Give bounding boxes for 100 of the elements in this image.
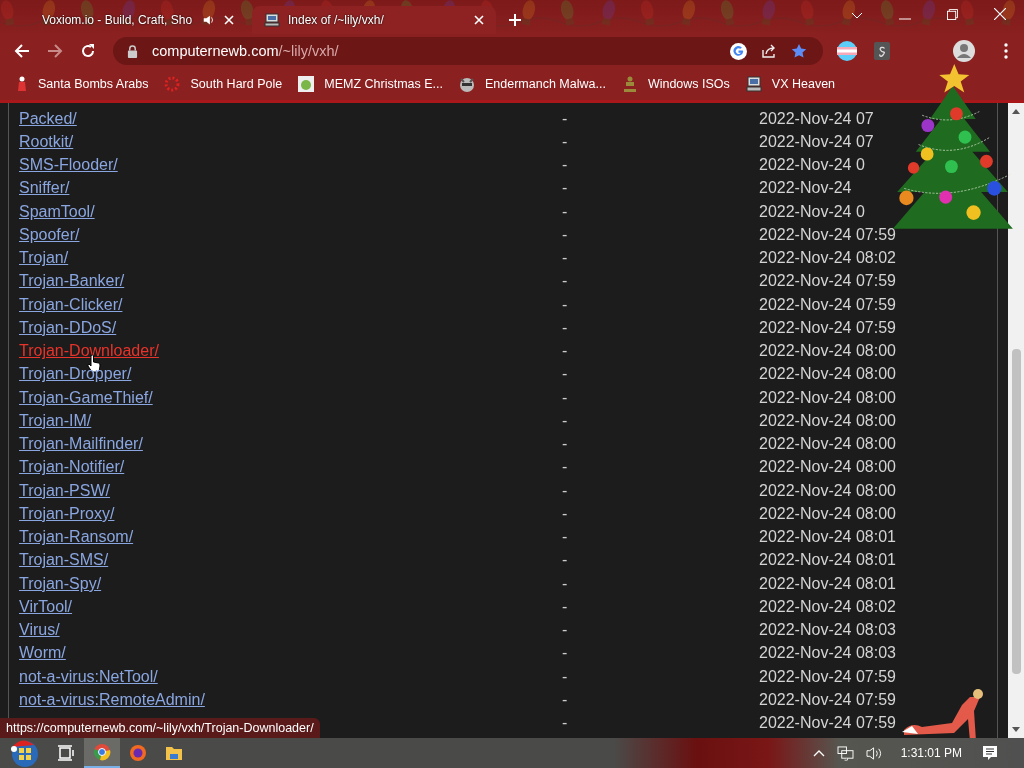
link-status-url: https://computernewb.com/~lily/vxh/Trojan-Downloader/ — [0, 718, 320, 738]
close-icon[interactable] — [994, 8, 1006, 20]
flag-icon[interactable] — [837, 41, 857, 61]
share-icon[interactable] — [761, 43, 777, 59]
file-size: - — [562, 109, 569, 128]
lock-icon — [127, 44, 138, 58]
folder-link[interactable]: Trojan-Dropper/ — [19, 365, 132, 384]
star-icon[interactable] — [791, 43, 807, 59]
file-size: - — [562, 249, 569, 268]
browser-icon — [129, 744, 147, 762]
browser-tab[interactable]: Index of /~lily/vxh/ — [252, 6, 496, 34]
modified-date: 2022-Nov-24 08:00 — [759, 388, 896, 407]
folder-link[interactable]: Trojan-Clicker/ — [19, 295, 123, 314]
scroll-thumb[interactable] — [1011, 349, 1021, 674]
folder-link[interactable]: Trojan/ — [19, 249, 69, 268]
new-tab-icon[interactable] — [508, 13, 522, 27]
modified-date: 2022-Nov-24 08:03 — [759, 644, 896, 663]
speaker-icon[interactable] — [202, 13, 216, 27]
google-icon[interactable] — [730, 42, 747, 60]
forward-icon[interactable] — [47, 43, 63, 59]
bookmark[interactable]: Windows ISOs — [621, 76, 730, 92]
profile-icon[interactable] — [953, 40, 975, 62]
scroll-up-icon[interactable] — [1012, 109, 1020, 114]
task-view-icon — [57, 745, 75, 761]
file-size: - — [562, 597, 569, 616]
folder-link[interactable]: Trojan-Downloader/ — [19, 342, 159, 361]
modified-date: 2022-Nov-24 08:00 — [759, 435, 896, 454]
caret-icon[interactable] — [812, 749, 825, 757]
folder-link[interactable]: SMS-Flooder/ — [19, 156, 118, 175]
folder-link[interactable]: Trojan-Proxy/ — [19, 504, 115, 523]
file-size: - — [562, 388, 569, 407]
modified-date: 2022-Nov-24 07:59 — [759, 272, 896, 291]
folder-link[interactable]: Trojan-Banker/ — [19, 272, 125, 291]
file-size: - — [562, 504, 569, 523]
file-size: - — [562, 667, 569, 686]
start-icon[interactable] — [10, 738, 40, 768]
modified-date: 2022-Nov-24 07:59 — [759, 318, 896, 337]
modified-date: 2022-Nov-24 0 — [759, 156, 865, 175]
network-icon[interactable] — [836, 745, 854, 761]
folder-link[interactable]: Trojan-Ransom/ — [19, 528, 134, 547]
folder-link[interactable]: Trojan-IM/ — [19, 411, 92, 430]
address-bar[interactable]: computernewb.com/~lily/vxh/ — [113, 37, 823, 65]
image-icon — [298, 76, 315, 92]
modified-date: 2022-Nov-24 07:59 — [759, 690, 896, 709]
folder-link[interactable]: Trojan-Mailfinder/ — [19, 435, 143, 454]
browser-tab[interactable]: Voxiom.io - Build, Craft, Sho — [30, 6, 246, 34]
clock[interactable]: 1:31:01 PM — [900, 746, 962, 760]
modified-date: 2022-Nov-24 08:01 — [759, 574, 896, 593]
bookmark[interactable]: VX Heaven — [745, 76, 836, 92]
close-icon[interactable] — [224, 15, 234, 25]
folder-link[interactable]: Trojan-Notifier/ — [19, 458, 125, 477]
modified-date: 2022-Nov-24 0 — [759, 202, 865, 221]
modified-date: 2022-Nov-24 07 — [759, 132, 874, 151]
folder-link[interactable]: Spoofer/ — [19, 225, 80, 244]
volume-icon[interactable] — [865, 745, 883, 761]
folder-link[interactable]: Sniffer/ — [19, 179, 70, 198]
reload-icon[interactable] — [80, 43, 96, 59]
taskbar-app[interactable] — [84, 738, 120, 768]
folder-link[interactable]: SpamTool/ — [19, 202, 95, 221]
folder-link[interactable]: Trojan-Spy/ — [19, 574, 102, 593]
file-size: - — [562, 295, 569, 314]
folder-link[interactable]: Virus/ — [19, 621, 60, 640]
folder-link[interactable]: Trojan-GameThief/ — [19, 388, 153, 407]
modified-date: 2022-Nov-24 08:00 — [759, 481, 896, 500]
figure-icon — [621, 76, 638, 92]
file-size: - — [562, 132, 569, 151]
restore-icon[interactable] — [947, 9, 958, 20]
folder-link[interactable]: Packed/ — [19, 109, 77, 128]
modified-date: 2022-Nov-24 08:01 — [759, 551, 896, 570]
folder-link[interactable]: Trojan-SMS/ — [19, 551, 109, 570]
folder-link[interactable]: not-a-virus:NetTool/ — [19, 667, 158, 686]
extension-icon[interactable] — [874, 42, 890, 60]
back-icon[interactable] — [14, 43, 30, 59]
modified-date: 2022-Nov-24 08:00 — [759, 458, 896, 477]
scrollbar[interactable] — [1008, 103, 1024, 738]
bookmark[interactable]: Santa Bombs Arabs — [16, 76, 149, 92]
folder-link[interactable]: Trojan-DDoS/ — [19, 318, 117, 337]
folder-link[interactable]: Rootkit/ — [19, 132, 74, 151]
notification-icon[interactable] — [982, 745, 998, 761]
file-size: - — [562, 528, 569, 547]
folder-link[interactable]: Trojan-PSW/ — [19, 481, 110, 500]
folder-link[interactable]: Worm/ — [19, 644, 66, 663]
bookmark[interactable]: MEMZ Christmas E... — [298, 76, 443, 92]
scroll-down-icon[interactable] — [1012, 727, 1020, 732]
folder-link[interactable]: not-a-virus:RemoteAdmin/ — [19, 690, 205, 709]
tab-search-icon[interactable] — [851, 12, 863, 20]
bookmark[interactable]: Endermanch Malwa... — [459, 76, 606, 92]
file-size: - — [562, 179, 569, 198]
close-icon[interactable] — [474, 15, 484, 25]
folder-link[interactable]: VirTool/ — [19, 597, 73, 616]
modified-date: 2022-Nov-24 07:59 — [759, 667, 896, 686]
file-size: - — [562, 225, 569, 244]
file-size: - — [562, 481, 569, 500]
modified-date: 2022-Nov-24 08:03 — [759, 621, 896, 640]
file-size: - — [562, 202, 569, 221]
file-size: - — [562, 365, 569, 384]
modified-date: 2022-Nov-24 08:01 — [759, 528, 896, 547]
menu-icon[interactable] — [1004, 43, 1008, 59]
modified-date: 2022-Nov-24 08:00 — [759, 342, 896, 361]
bookmark[interactable]: South Hard Pole — [164, 76, 283, 92]
